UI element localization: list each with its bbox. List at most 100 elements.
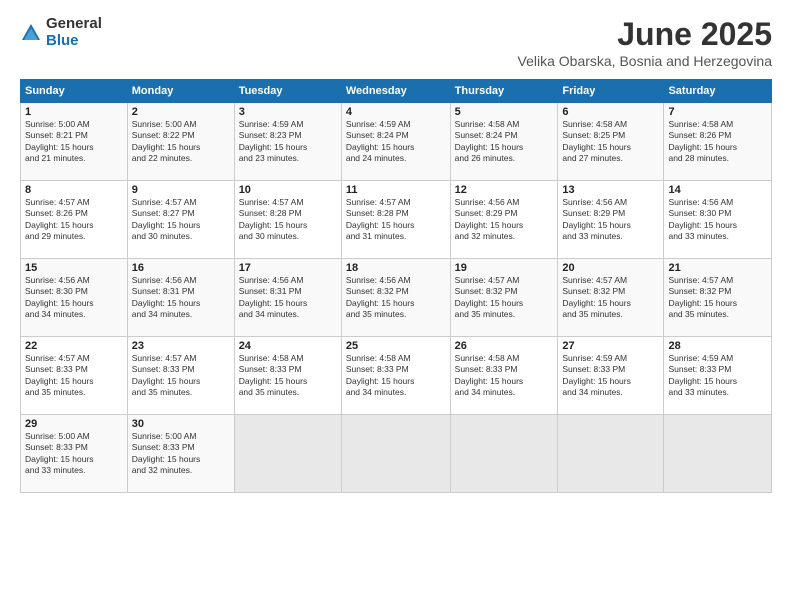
day-info: Sunrise: 4:57 AM Sunset: 8:32 PM Dayligh… bbox=[455, 275, 554, 321]
sunrise-label: Sunrise: 4:58 AM bbox=[668, 119, 733, 129]
logo: General Blue bbox=[20, 16, 102, 49]
daylight-label: Daylight: 15 hours bbox=[668, 298, 737, 308]
daylight-label: Daylight: 15 hours bbox=[455, 220, 524, 230]
daylight-label: Daylight: 15 hours bbox=[346, 220, 415, 230]
calendar-cell: 5 Sunrise: 4:58 AM Sunset: 8:24 PM Dayli… bbox=[450, 103, 558, 181]
daylight-label: Daylight: 15 hours bbox=[668, 220, 737, 230]
daylight-minutes: and 35 minutes. bbox=[346, 309, 406, 319]
day-info: Sunrise: 4:58 AM Sunset: 8:25 PM Dayligh… bbox=[562, 119, 659, 165]
sunrise-label: Sunrise: 4:57 AM bbox=[562, 275, 627, 285]
daylight-label: Daylight: 15 hours bbox=[239, 298, 308, 308]
sunrise-label: Sunrise: 5:00 AM bbox=[25, 431, 90, 441]
day-number: 18 bbox=[346, 262, 446, 274]
day-info: Sunrise: 4:56 AM Sunset: 8:31 PM Dayligh… bbox=[132, 275, 230, 321]
sunset-label: Sunset: 8:24 PM bbox=[346, 130, 409, 140]
daylight-label: Daylight: 15 hours bbox=[25, 298, 94, 308]
day-number: 2 bbox=[132, 106, 230, 118]
daylight-minutes: and 34 minutes. bbox=[562, 387, 622, 397]
calendar-cell: 4 Sunrise: 4:59 AM Sunset: 8:24 PM Dayli… bbox=[341, 103, 450, 181]
sunset-label: Sunset: 8:32 PM bbox=[455, 286, 518, 296]
sunset-label: Sunset: 8:28 PM bbox=[346, 208, 409, 218]
calendar-cell: 18 Sunrise: 4:56 AM Sunset: 8:32 PM Dayl… bbox=[341, 259, 450, 337]
daylight-label: Daylight: 15 hours bbox=[668, 142, 737, 152]
daylight-minutes: and 34 minutes. bbox=[455, 387, 515, 397]
daylight-label: Daylight: 15 hours bbox=[239, 376, 308, 386]
calendar-header: Sunday Monday Tuesday Wednesday Thursday… bbox=[21, 80, 772, 103]
calendar-cell: 23 Sunrise: 4:57 AM Sunset: 8:33 PM Dayl… bbox=[127, 337, 234, 415]
calendar-cell: 3 Sunrise: 4:59 AM Sunset: 8:23 PM Dayli… bbox=[234, 103, 341, 181]
sunrise-label: Sunrise: 4:56 AM bbox=[455, 197, 520, 207]
calendar-cell: 12 Sunrise: 4:56 AM Sunset: 8:29 PM Dayl… bbox=[450, 181, 558, 259]
calendar-cell bbox=[450, 415, 558, 493]
sunset-label: Sunset: 8:22 PM bbox=[132, 130, 195, 140]
day-number: 10 bbox=[239, 184, 337, 196]
day-info: Sunrise: 4:59 AM Sunset: 8:33 PM Dayligh… bbox=[668, 353, 767, 399]
sunrise-label: Sunrise: 4:58 AM bbox=[239, 353, 304, 363]
day-info: Sunrise: 4:57 AM Sunset: 8:28 PM Dayligh… bbox=[239, 197, 337, 243]
calendar-week-2: 8 Sunrise: 4:57 AM Sunset: 8:26 PM Dayli… bbox=[21, 181, 772, 259]
sunrise-label: Sunrise: 4:58 AM bbox=[455, 119, 520, 129]
day-number: 22 bbox=[25, 340, 123, 352]
daylight-minutes: and 34 minutes. bbox=[346, 387, 406, 397]
daylight-minutes: and 24 minutes. bbox=[346, 153, 406, 163]
day-info: Sunrise: 4:58 AM Sunset: 8:33 PM Dayligh… bbox=[239, 353, 337, 399]
daylight-minutes: and 29 minutes. bbox=[25, 231, 85, 241]
daylight-minutes: and 33 minutes. bbox=[668, 387, 728, 397]
calendar-week-4: 22 Sunrise: 4:57 AM Sunset: 8:33 PM Dayl… bbox=[21, 337, 772, 415]
daylight-label: Daylight: 15 hours bbox=[562, 298, 631, 308]
daylight-minutes: and 35 minutes. bbox=[239, 387, 299, 397]
col-wednesday: Wednesday bbox=[341, 80, 450, 103]
daylight-minutes: and 35 minutes. bbox=[455, 309, 515, 319]
day-number: 25 bbox=[346, 340, 446, 352]
daylight-label: Daylight: 15 hours bbox=[239, 142, 308, 152]
day-number: 20 bbox=[562, 262, 659, 274]
sunrise-label: Sunrise: 5:00 AM bbox=[132, 431, 197, 441]
daylight-minutes: and 35 minutes. bbox=[562, 309, 622, 319]
sunset-label: Sunset: 8:29 PM bbox=[562, 208, 625, 218]
sunrise-label: Sunrise: 4:57 AM bbox=[25, 197, 90, 207]
daylight-minutes: and 35 minutes. bbox=[132, 387, 192, 397]
day-number: 27 bbox=[562, 340, 659, 352]
daylight-label: Daylight: 15 hours bbox=[239, 220, 308, 230]
calendar-table: Sunday Monday Tuesday Wednesday Thursday… bbox=[20, 79, 772, 493]
sunset-label: Sunset: 8:32 PM bbox=[562, 286, 625, 296]
day-info: Sunrise: 4:56 AM Sunset: 8:31 PM Dayligh… bbox=[239, 275, 337, 321]
sunrise-label: Sunrise: 4:58 AM bbox=[562, 119, 627, 129]
calendar-cell: 14 Sunrise: 4:56 AM Sunset: 8:30 PM Dayl… bbox=[664, 181, 772, 259]
calendar-cell: 20 Sunrise: 4:57 AM Sunset: 8:32 PM Dayl… bbox=[558, 259, 664, 337]
day-info: Sunrise: 4:59 AM Sunset: 8:24 PM Dayligh… bbox=[346, 119, 446, 165]
calendar-body: 1 Sunrise: 5:00 AM Sunset: 8:21 PM Dayli… bbox=[21, 103, 772, 493]
sunset-label: Sunset: 8:33 PM bbox=[239, 364, 302, 374]
sunset-label: Sunset: 8:33 PM bbox=[132, 364, 195, 374]
sunrise-label: Sunrise: 4:57 AM bbox=[239, 197, 304, 207]
calendar-cell: 6 Sunrise: 4:58 AM Sunset: 8:25 PM Dayli… bbox=[558, 103, 664, 181]
day-number: 3 bbox=[239, 106, 337, 118]
sunset-label: Sunset: 8:26 PM bbox=[25, 208, 88, 218]
calendar-cell: 7 Sunrise: 4:58 AM Sunset: 8:26 PM Dayli… bbox=[664, 103, 772, 181]
daylight-label: Daylight: 15 hours bbox=[562, 376, 631, 386]
sunset-label: Sunset: 8:30 PM bbox=[668, 208, 731, 218]
calendar-cell: 15 Sunrise: 4:56 AM Sunset: 8:30 PM Dayl… bbox=[21, 259, 128, 337]
sunset-label: Sunset: 8:31 PM bbox=[239, 286, 302, 296]
day-number: 9 bbox=[132, 184, 230, 196]
day-info: Sunrise: 4:58 AM Sunset: 8:33 PM Dayligh… bbox=[346, 353, 446, 399]
col-sunday: Sunday bbox=[21, 80, 128, 103]
daylight-label: Daylight: 15 hours bbox=[132, 376, 201, 386]
sunrise-label: Sunrise: 4:57 AM bbox=[132, 353, 197, 363]
daylight-label: Daylight: 15 hours bbox=[25, 220, 94, 230]
calendar-cell bbox=[664, 415, 772, 493]
daylight-label: Daylight: 15 hours bbox=[132, 298, 201, 308]
sunset-label: Sunset: 8:33 PM bbox=[132, 442, 195, 452]
sunrise-label: Sunrise: 5:00 AM bbox=[25, 119, 90, 129]
daylight-minutes: and 23 minutes. bbox=[239, 153, 299, 163]
sunset-label: Sunset: 8:25 PM bbox=[562, 130, 625, 140]
daylight-minutes: and 35 minutes. bbox=[25, 387, 85, 397]
sunrise-label: Sunrise: 4:59 AM bbox=[346, 119, 411, 129]
calendar-cell: 2 Sunrise: 5:00 AM Sunset: 8:22 PM Dayli… bbox=[127, 103, 234, 181]
day-info: Sunrise: 5:00 AM Sunset: 8:22 PM Dayligh… bbox=[132, 119, 230, 165]
calendar-cell: 17 Sunrise: 4:56 AM Sunset: 8:31 PM Dayl… bbox=[234, 259, 341, 337]
sunset-label: Sunset: 8:33 PM bbox=[455, 364, 518, 374]
daylight-minutes: and 33 minutes. bbox=[25, 465, 85, 475]
day-info: Sunrise: 4:56 AM Sunset: 8:30 PM Dayligh… bbox=[25, 275, 123, 321]
calendar-cell: 8 Sunrise: 4:57 AM Sunset: 8:26 PM Dayli… bbox=[21, 181, 128, 259]
